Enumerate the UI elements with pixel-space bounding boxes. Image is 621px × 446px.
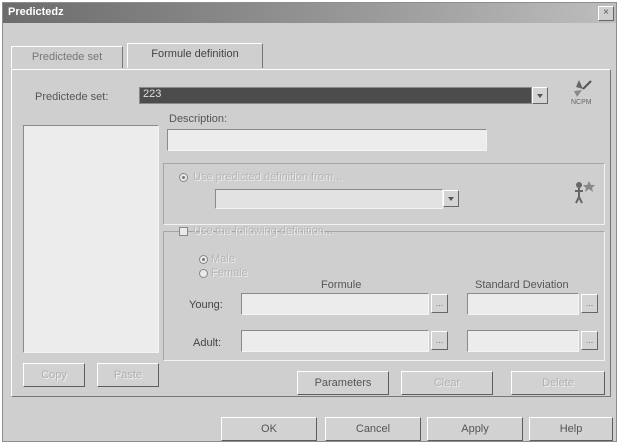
delete-button[interactable]: Delete xyxy=(511,371,605,395)
tab-formula-definition[interactable]: Formule definition xyxy=(127,43,263,68)
male-radio[interactable] xyxy=(199,255,208,264)
adult-formula-button[interactable]: ... xyxy=(431,331,448,350)
close-button[interactable]: × xyxy=(598,6,614,21)
description-label: Description: xyxy=(169,113,228,125)
young-std-dev-button[interactable]: ... xyxy=(581,294,598,313)
adult-label: Adult: xyxy=(193,337,222,349)
young-formula-input[interactable] xyxy=(241,293,429,315)
cancel-button[interactable]: Cancel xyxy=(325,417,421,441)
paste-button[interactable]: Paste xyxy=(97,363,159,387)
copy-button[interactable]: Copy xyxy=(23,363,85,387)
sets-list[interactable] xyxy=(23,125,159,353)
use-following-label: Use the following definition... xyxy=(193,225,334,237)
window-title: Predictedz xyxy=(8,6,64,18)
use-following-checkbox[interactable] xyxy=(179,227,188,236)
female-radio[interactable] xyxy=(199,269,208,278)
title-bar[interactable]: Predictedz × xyxy=(3,3,616,23)
help-button[interactable]: Help xyxy=(529,417,613,441)
predicted-definition-select[interactable] xyxy=(215,189,443,209)
young-label: Young: xyxy=(189,299,223,311)
wizard-icon[interactable]: NCPM xyxy=(567,77,599,107)
use-predicted-radio[interactable] xyxy=(179,173,188,182)
dialog-window: Predictedz × Predictede set Formule defi… xyxy=(2,2,617,442)
predicted-set-value: 223 xyxy=(143,88,162,100)
use-predicted-label: Use predicted definition from... xyxy=(193,171,343,183)
ok-button[interactable]: OK xyxy=(221,417,317,441)
description-input[interactable] xyxy=(167,129,487,151)
formula-column-header: Formule xyxy=(321,279,362,291)
predicted-definition-dropdown-button[interactable] xyxy=(443,190,459,207)
young-std-dev-input[interactable] xyxy=(467,293,579,315)
person-stars-icon[interactable] xyxy=(567,177,599,205)
adult-std-dev-button[interactable]: ... xyxy=(581,331,598,350)
std-dev-column-header: Standard Deviation xyxy=(475,279,569,291)
male-label: Male xyxy=(211,253,235,265)
adult-formula-input[interactable] xyxy=(241,330,429,352)
apply-button[interactable]: Apply xyxy=(427,417,523,441)
young-formula-button[interactable]: ... xyxy=(431,294,448,313)
tab-predicted-set[interactable]: Predictede set xyxy=(11,46,123,68)
predicted-set-label: Predictede set: xyxy=(35,91,109,103)
clear-button[interactable]: Clear xyxy=(401,371,493,395)
predicted-set-dropdown-button[interactable] xyxy=(532,87,548,104)
predicted-set-combo[interactable]: 223 xyxy=(139,87,532,104)
female-label: Female xyxy=(211,267,248,279)
parameters-button[interactable]: Parameters xyxy=(297,371,389,395)
adult-std-dev-input[interactable] xyxy=(467,330,579,352)
svg-text:NCPM: NCPM xyxy=(571,99,592,106)
